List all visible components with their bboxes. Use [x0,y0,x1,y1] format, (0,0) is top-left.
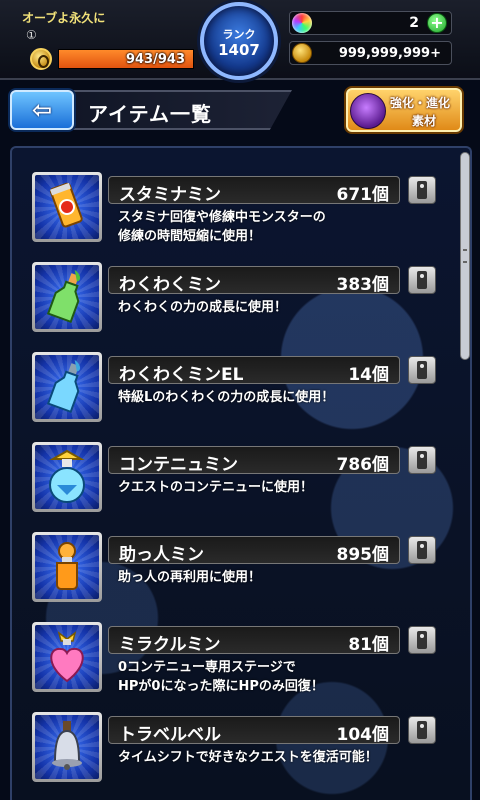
item-info-button[interactable] [408,626,436,654]
evolution-material-icon [350,93,386,129]
item-icon-frame[interactable] [32,532,102,602]
item-name-bar: 助っ人ミン 895個 [108,536,400,565]
item-name-bar: わくわくミンEL 14個 [108,356,400,385]
item-info-button[interactable] [408,536,436,564]
rank-badge[interactable]: ランク 1407 [200,2,278,80]
scrollbar[interactable] [458,148,472,798]
item-info-button[interactable] [408,176,436,204]
page-title: アイテム一覧 [88,102,212,126]
blue-bottle-icon [35,355,99,419]
buy-orbs-button[interactable]: + [427,13,447,33]
coin-count: 999,999,999+ [338,46,441,61]
item-name: スタミナミン [119,185,221,205]
item-name: 助っ人ミン [119,545,204,565]
evolution-materials-button[interactable]: 強化・進化 素材 [346,88,462,132]
stamina-can-icon [35,175,99,239]
page-header: ⇦ アイテム一覧 強化・進化 素材 [0,86,480,138]
item-count: 786個 [336,455,390,475]
item-count: 895個 [336,545,390,565]
bell-icon [35,715,99,779]
list-item[interactable]: ミラクルミン 81個 0コンテニュー専用ステージで HPが0になった際にHPのみ回復！ [22,622,442,702]
item-count: 671個 [336,185,390,205]
item-description: 特級Lのわくわくの力の成長に使用！ [118,390,335,405]
stamina-text: 943/943 [125,52,185,67]
item-name-bar: コンテニュミン 786個 [108,446,400,475]
info-icon [417,541,427,559]
scrollbar-thumb[interactable] [460,152,470,360]
evo-label-line2: 素材 [412,114,437,128]
item-description: スタミナ回復や修練中モンスターの 修練の時間短縮に使用！ [118,210,326,244]
item-icon-frame[interactable] [32,172,102,242]
list-item[interactable]: コンテニュミン 786個クエストのコンテニューに使用！ [22,442,442,522]
item-icon-frame[interactable] [32,442,102,512]
info-icon [417,631,427,649]
orange-vial-icon [35,535,99,599]
item-info-button[interactable] [408,716,436,744]
item-icon-frame[interactable] [32,622,102,692]
item-icon-frame[interactable] [32,262,102,332]
list-item[interactable]: 助っ人ミン 895個助っ人の再利用に使用！ [22,532,442,612]
player-number: ① [26,28,37,42]
orb-count: 2 [409,15,419,31]
item-info-button[interactable] [408,356,436,384]
list-item[interactable]: トラベルベル 104個タイムシフトで好きなクエストを復活可能！ [22,712,442,792]
player-name: オーブよ永久に [22,11,106,25]
item-name: わくわくミンEL [119,365,244,385]
info-icon [417,721,427,739]
info-icon [417,181,427,199]
info-icon [417,451,427,469]
coin-counter: 999,999,999+ [289,41,452,65]
item-count: 104個 [336,725,390,745]
item-description: クエストのコンテニューに使用！ [118,480,314,495]
rank-label: ランク [222,28,256,41]
item-description: タイムシフトで好きなクエストを復活可能！ [118,750,378,765]
item-description: わくわくの力の成長に使用！ [118,300,288,315]
item-info-button[interactable] [408,446,436,474]
rank-value: 1407 [218,41,260,59]
item-name-bar: わくわくミン 383個 [108,266,400,295]
coin-icon [292,43,312,63]
back-arrow-icon: ⇦ [31,96,53,124]
round-flask-icon [35,445,99,509]
item-count: 383個 [336,275,390,295]
item-count: 14個 [348,365,389,385]
item-icon-frame[interactable] [32,352,102,422]
stamina-icon [30,48,52,70]
info-icon [417,361,427,379]
item-name-bar: トラベルベル 104個 [108,716,400,745]
item-name: トラベルベル [119,725,221,745]
scrollbar-grip-icon [463,249,467,263]
orb-icon [292,13,312,33]
item-description: 0コンテニュー専用ステージで HPが0になった際にHPのみ回復！ [118,660,324,694]
status-bar: オーブよ永久に ① 943/943 ランク 1407 2 + 999,999,9… [0,0,480,80]
list-item[interactable]: わくわくミンEL 14個 特級Lのわくわくの力の成長に使用！ [22,352,442,432]
item-count: 81個 [348,635,389,655]
list-item[interactable]: わくわくミン 383個わくわくの力の成長に使用！ [22,262,442,342]
item-description: 助っ人の再利用に使用！ [118,570,262,585]
item-info-button[interactable] [408,266,436,294]
item-name: コンテニュミン [119,455,238,475]
orb-counter: 2 + [289,11,452,35]
heart-potion-icon [35,625,99,689]
evo-label-line1: 強化・進化 [390,96,451,110]
back-button[interactable]: ⇦ [10,90,74,130]
green-bottle-icon [35,265,99,329]
item-name: わくわくミン [119,275,221,295]
info-icon [417,271,427,289]
item-name: ミラクルミン [119,635,221,655]
list-item[interactable]: スタミナミン 671個 スタミナ回復や修練中モンスターの 修練の時間短縮に使用！ [22,172,442,252]
item-name-bar: ミラクルミン 81個 [108,626,400,655]
item-name-bar: スタミナミン 671個 [108,176,400,205]
item-icon-frame[interactable] [32,712,102,782]
stamina-bar: 943/943 [58,49,194,69]
